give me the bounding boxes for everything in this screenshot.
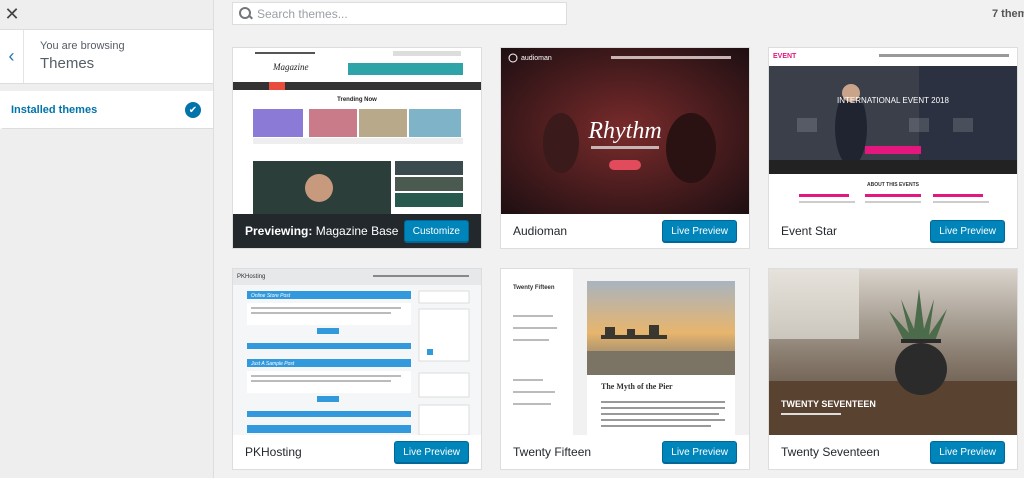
theme-screenshot: EVENT INTERNATIONAL EVENT 2018 ABOUT THI…: [769, 48, 1017, 214]
eventstar-section: ABOUT THIS EVENTS: [867, 182, 920, 188]
browsing-panel: ‹ You are browsing Themes: [0, 30, 213, 84]
sidebar-header: ✕: [0, 0, 213, 30]
live-preview-button[interactable]: Live Preview: [662, 441, 737, 463]
theme-name: Audioman: [513, 224, 568, 238]
theme-count: 7 themes: [992, 8, 1024, 20]
theme-footer: PKHosting Live Preview: [233, 435, 481, 469]
back-button[interactable]: ‹: [0, 30, 24, 83]
theme-card-twenty-fifteen[interactable]: Twenty Fifteen The Myth of the Pier Twen…: [500, 268, 750, 470]
theme-name: Event Star: [781, 224, 838, 238]
installed-themes-label: Installed themes: [11, 103, 98, 116]
customizer-sidebar: ✕ ‹ You are browsing Themes Installed th…: [0, 0, 214, 478]
search-icon: [239, 7, 252, 20]
browsing-label: You are browsing: [40, 40, 125, 52]
close-icon: ✕: [4, 4, 20, 24]
live-preview-button[interactable]: Live Preview: [662, 220, 737, 242]
theme-name: Twenty Seventeen: [781, 445, 880, 459]
live-preview-button[interactable]: Live Preview: [394, 441, 469, 463]
pkhosting-post-2: Just A Sample Post: [250, 361, 295, 367]
close-button[interactable]: ✕: [0, 0, 24, 29]
fifteen-post-title: The Myth of the Pier: [601, 382, 673, 391]
browsing-title: Themes: [40, 55, 95, 72]
theme-name: Previewing: Magazine Base: [245, 224, 399, 238]
audioman-logo: audioman: [521, 55, 552, 62]
search-input[interactable]: [257, 6, 557, 21]
audioman-headline: Rhythm: [587, 118, 661, 144]
theme-name: Twenty Fifteen: [513, 445, 592, 459]
chevron-left-icon: ‹: [8, 46, 15, 66]
seventeen-logo: TWENTY SEVENTEEN: [781, 399, 876, 409]
live-preview-button[interactable]: Live Preview: [930, 220, 1005, 242]
eventstar-headline: INTERNATIONAL EVENT 2018: [837, 96, 949, 105]
theme-screenshot: audioman Rhythm: [501, 48, 749, 214]
theme-card-pkhosting[interactable]: PKHosting Online Store Post Just A Sampl…: [232, 268, 482, 470]
fifteen-logo: Twenty Fifteen: [513, 285, 555, 291]
customize-button[interactable]: Customize: [403, 220, 469, 242]
theme-footer: Audioman Live Preview: [501, 214, 749, 248]
theme-name: PKHosting: [245, 445, 302, 459]
theme-screenshot: TWENTY SEVENTEEN: [769, 269, 1017, 435]
theme-card-magazine-base[interactable]: Magazine Trending Now Previewing: Magazi…: [232, 47, 482, 249]
search-box: [232, 2, 567, 25]
theme-screenshot: PKHosting Online Store Post Just A Sampl…: [233, 269, 481, 435]
browsing-text: You are browsing Themes: [40, 40, 125, 72]
theme-card-audioman[interactable]: audioman Rhythm Audioman Live Preview: [500, 47, 750, 249]
theme-screenshot: Twenty Fifteen The Myth of the Pier: [501, 269, 749, 435]
theme-footer: Previewing: Magazine Base Customize: [233, 214, 481, 248]
theme-screenshot: Magazine Trending Now: [233, 48, 481, 214]
magazine-section: Trending Now: [337, 97, 377, 103]
theme-footer: Twenty Fifteen Live Preview: [501, 435, 749, 469]
magazine-logo: Magazine: [272, 62, 309, 72]
pkhosting-post-1: Online Store Post: [251, 293, 291, 299]
check-icon: ✔: [185, 102, 201, 118]
theme-footer: Twenty Seventeen Live Preview: [769, 435, 1017, 469]
installed-themes-item[interactable]: Installed themes ✔: [0, 91, 213, 129]
theme-card-event-star[interactable]: EVENT INTERNATIONAL EVENT 2018 ABOUT THI…: [768, 47, 1018, 249]
eventstar-logo: EVENT: [773, 53, 797, 60]
theme-card-twenty-seventeen[interactable]: TWENTY SEVENTEEN Twenty Seventeen Live P…: [768, 268, 1018, 470]
live-preview-button[interactable]: Live Preview: [930, 441, 1005, 463]
pkhosting-logo: PKHosting: [237, 274, 265, 280]
theme-footer: Event Star Live Preview: [769, 214, 1017, 248]
